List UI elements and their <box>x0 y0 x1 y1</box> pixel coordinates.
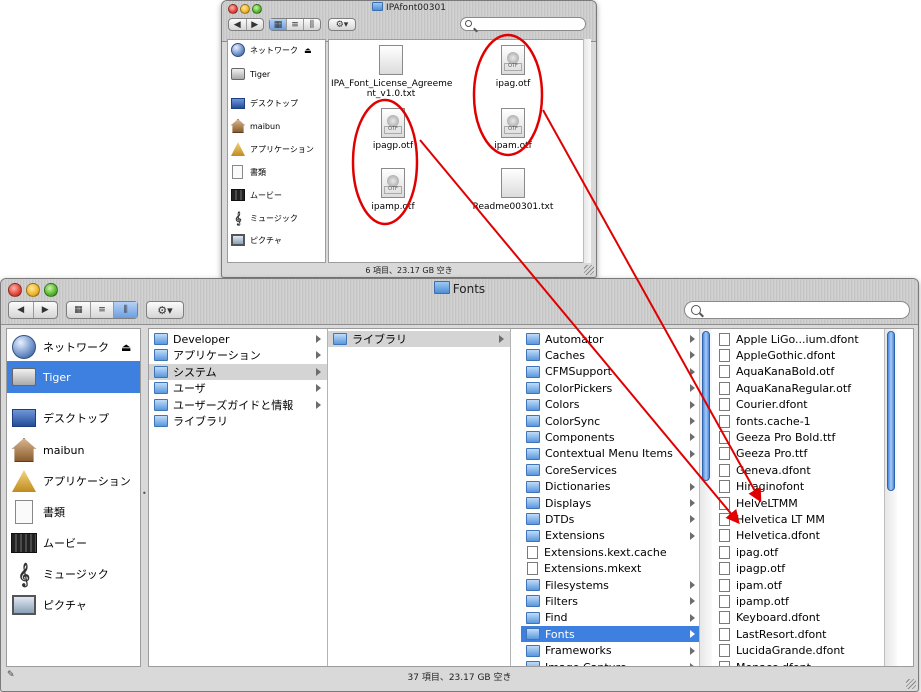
annotation-arrow <box>542 109 762 503</box>
annotation-arrow <box>419 139 740 525</box>
annotation-ellipse-right <box>472 33 544 157</box>
annotation-ellipse-left <box>351 98 419 226</box>
annotation-overlay <box>351 33 762 525</box>
